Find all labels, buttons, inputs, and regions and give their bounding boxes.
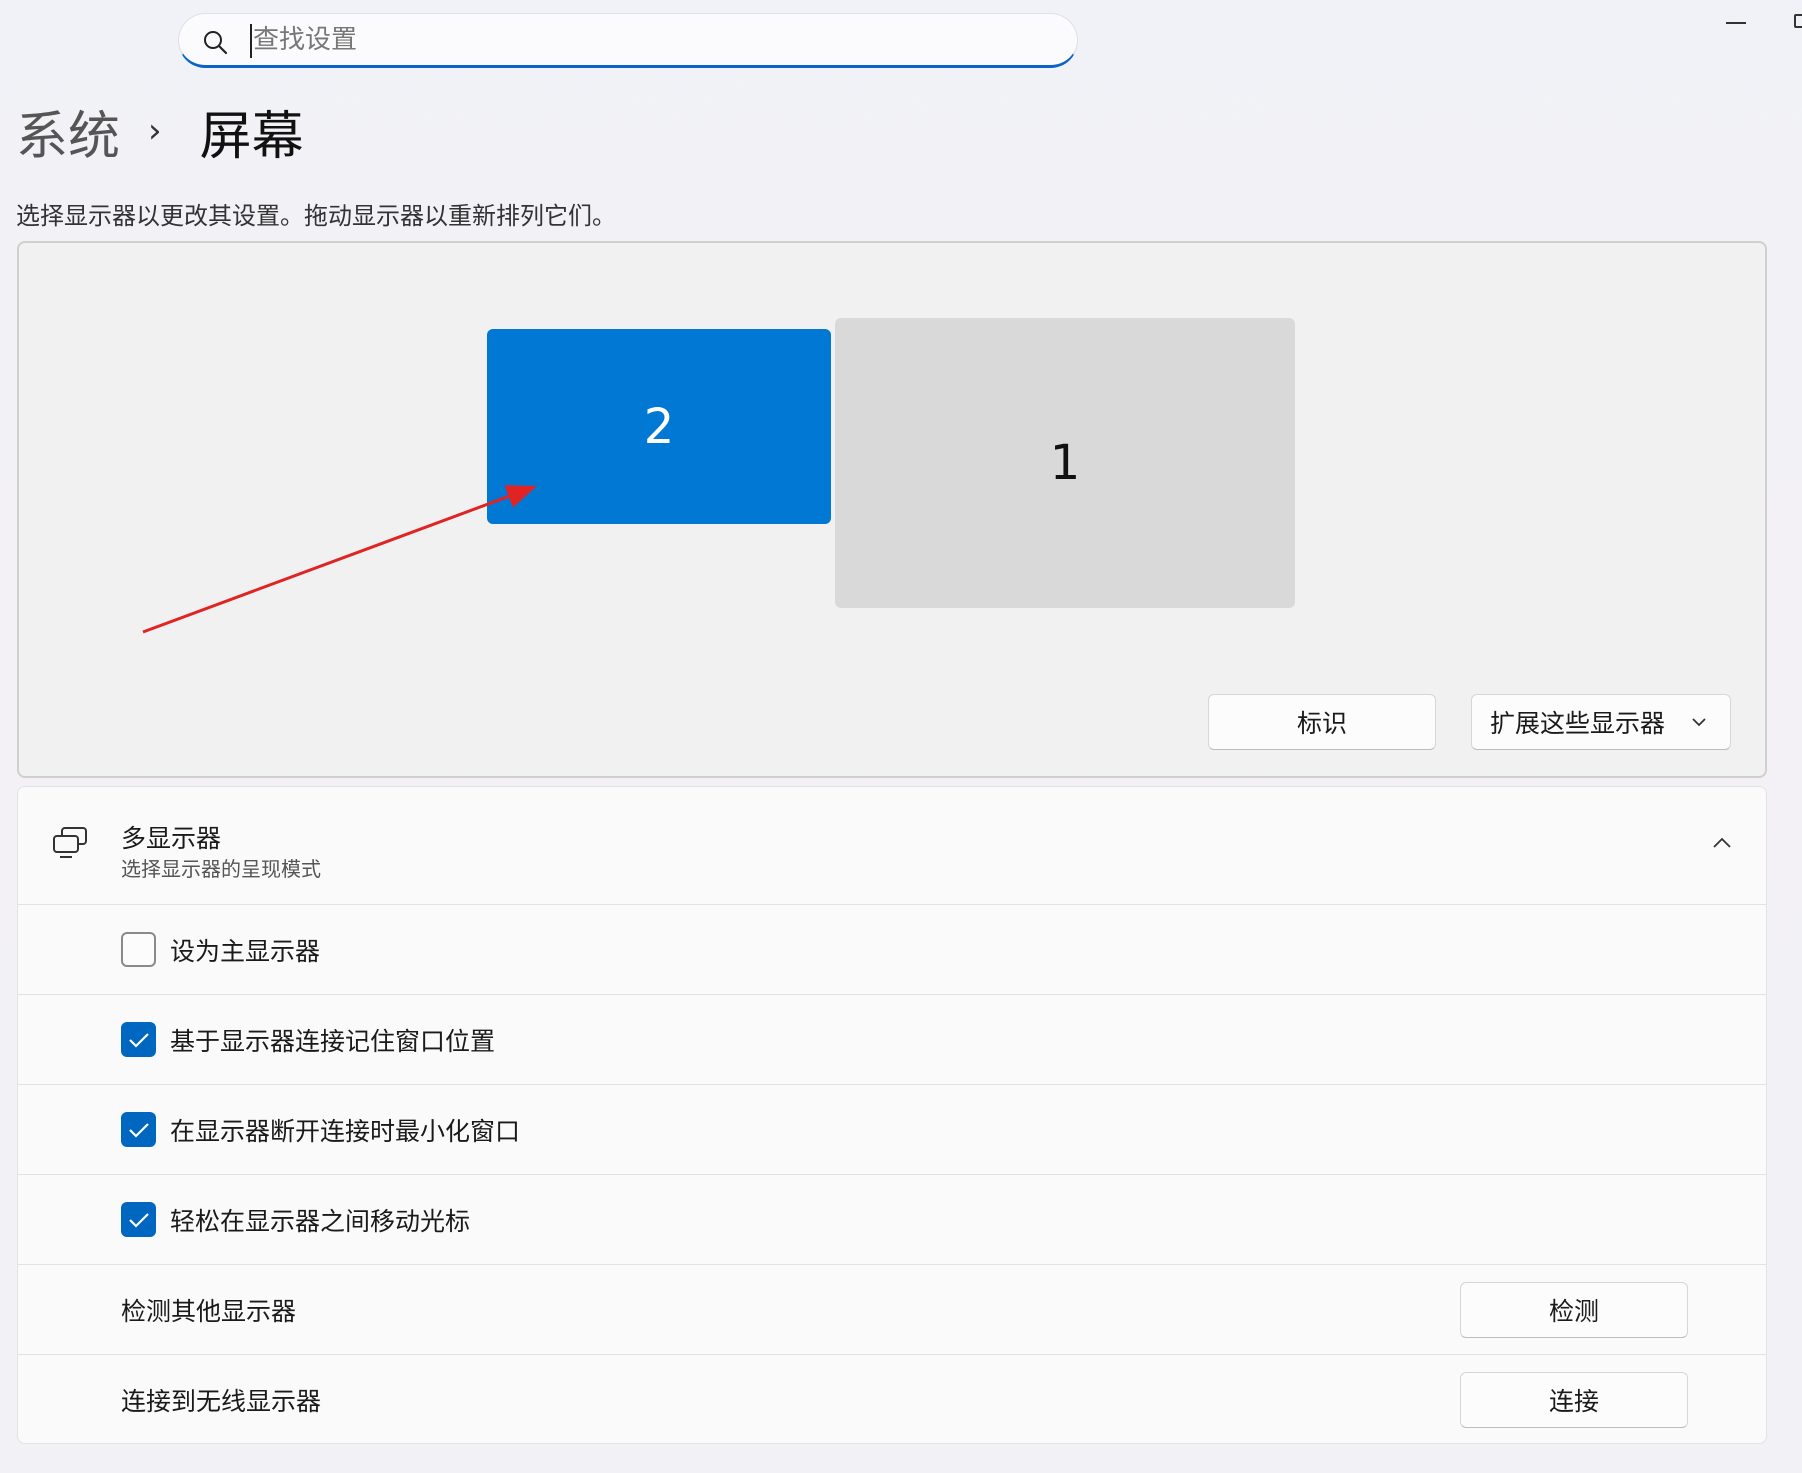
option-label: 在显示器断开连接时最小化窗口 [170, 1117, 521, 1146]
breadcrumb-parent-system[interactable]: 系统 [16, 94, 120, 169]
option-row-ease-cursor-movement[interactable]: 轻松在显示器之间移动光标 [18, 1175, 1766, 1265]
search-icon [204, 31, 228, 55]
settings-search-box[interactable] [178, 13, 1078, 68]
option-label: 基于显示器连接记住窗口位置 [170, 1027, 496, 1056]
checkmark-icon [129, 1123, 149, 1138]
option-label: 设为主显示器 [170, 937, 321, 966]
connect-button[interactable]: 连接 [1460, 1372, 1688, 1428]
display-mode-dropdown[interactable]: 扩展这些显示器 [1471, 694, 1731, 750]
detect-displays-row: 检测其他显示器 检测 [18, 1265, 1766, 1355]
multiple-monitors-icon [53, 827, 87, 858]
detect-button[interactable]: 检测 [1460, 1282, 1688, 1338]
detect-label: 检测其他显示器 [121, 1297, 297, 1326]
display-mode-value: 扩展这些显示器 [1490, 709, 1666, 738]
option-label: 轻松在显示器之间移动光标 [170, 1207, 471, 1236]
checkbox-checked[interactable] [121, 1202, 156, 1237]
chevron-up-icon[interactable] [1710, 831, 1734, 855]
identify-button[interactable]: 标识 [1208, 694, 1436, 750]
section-title: 多显示器 [121, 824, 222, 853]
wireless-display-row: 连接到无线显示器 连接 [18, 1355, 1766, 1443]
maximize-icon[interactable] [1794, 14, 1802, 28]
breadcrumb: 系统 › 屏幕 [16, 94, 304, 169]
section-subtitle: 选择显示器的呈现模式 [121, 857, 321, 881]
arrangement-description: 选择显示器以更改其设置。拖动显示器以重新排列它们。 [16, 202, 616, 230]
wireless-label: 连接到无线显示器 [121, 1387, 322, 1416]
option-row-minimize-on-disconnect[interactable]: 在显示器断开连接时最小化窗口 [18, 1085, 1766, 1175]
checkmark-icon [129, 1033, 149, 1048]
option-row-primary-display[interactable]: 设为主显示器 [18, 905, 1766, 995]
search-input[interactable] [253, 20, 1033, 60]
checkmark-icon [129, 1213, 149, 1228]
option-row-remember-window-positions[interactable]: 基于显示器连接记住窗口位置 [18, 995, 1766, 1085]
multiple-displays-section: 多显示器 选择显示器的呈现模式 设为主显示器 基于显示器连接记住窗口位置 在显示… [17, 786, 1767, 1444]
display-arrangement-panel: 2 1 标识 扩展这些显示器 [17, 241, 1767, 778]
breadcrumb-separator-icon: › [148, 111, 162, 151]
checkbox-checked[interactable] [121, 1022, 156, 1057]
chevron-down-icon [1692, 718, 1706, 727]
checkbox-checked[interactable] [121, 1112, 156, 1147]
text-cursor [250, 24, 252, 58]
minimize-icon[interactable] [1726, 22, 1746, 24]
multiple-displays-header[interactable]: 多显示器 选择显示器的呈现模式 [18, 787, 1766, 905]
page-title: 屏幕 [199, 106, 304, 167]
checkbox-unchecked[interactable] [121, 932, 156, 967]
